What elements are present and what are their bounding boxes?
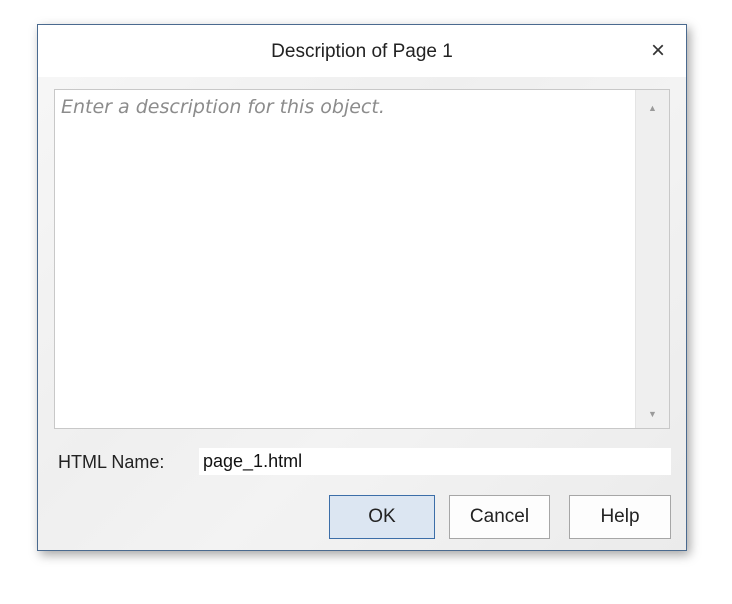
cancel-button[interactable]: Cancel <box>449 495 550 539</box>
html-name-label: HTML Name: <box>58 452 165 472</box>
description-dialog: Description of Page 1 × ▲ ▼ HTML Name: O… <box>37 24 687 551</box>
scroll-up-arrow-icon[interactable]: ▲ <box>636 94 669 122</box>
description-input[interactable] <box>55 90 635 428</box>
title-bar: Description of Page 1 × <box>38 25 686 77</box>
help-button[interactable]: Help <box>569 495 671 539</box>
scroll-down-arrow-icon[interactable]: ▼ <box>636 400 669 428</box>
close-icon[interactable]: × <box>640 33 676 69</box>
ok-button[interactable]: OK <box>329 495 435 539</box>
description-box: ▲ ▼ <box>54 89 670 429</box>
vertical-scrollbar[interactable]: ▲ ▼ <box>635 90 669 428</box>
html-name-input[interactable] <box>199 448 671 475</box>
dialog-title: Description of Page 1 <box>271 41 453 62</box>
